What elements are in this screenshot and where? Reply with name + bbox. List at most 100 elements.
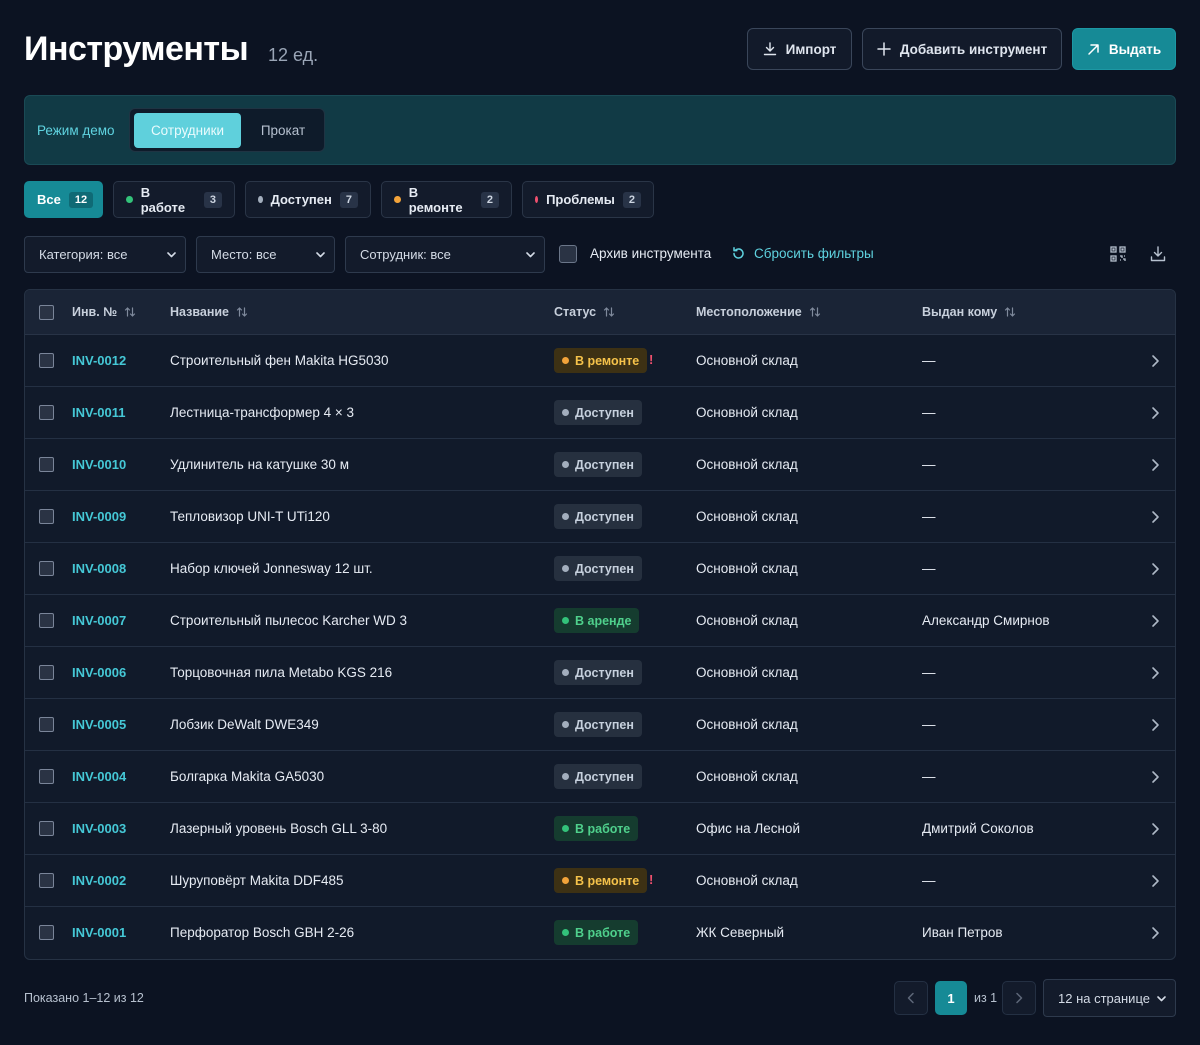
archive-label: Архив инструмента bbox=[590, 246, 712, 261]
column-header-inv[interactable]: Инв. № bbox=[72, 305, 136, 319]
table-row[interactable]: INV-0002 Шуруповёрт Makita DDF485 В ремо… bbox=[25, 855, 1175, 907]
sort-icon bbox=[236, 306, 248, 318]
chevron-right-icon[interactable] bbox=[1149, 562, 1161, 576]
export-download-icon[interactable] bbox=[1148, 244, 1168, 264]
table-row[interactable]: INV-0010 Удлинитель на катушке 30 м Дост… bbox=[25, 439, 1175, 491]
table-row[interactable]: INV-0008 Набор ключей Jonnesway 12 шт. Д… bbox=[25, 543, 1175, 595]
segment-employees[interactable]: Сотрудники bbox=[134, 113, 241, 148]
table-row[interactable]: INV-0005 Лобзик DeWalt DWE349 Доступен О… bbox=[25, 699, 1175, 751]
status-badge: Доступен bbox=[554, 712, 642, 737]
chip-count: 12 bbox=[68, 191, 94, 208]
row-checkbox[interactable] bbox=[39, 665, 54, 680]
column-header-location[interactable]: Местоположение bbox=[696, 305, 821, 319]
column-label: Выдан кому bbox=[922, 305, 998, 319]
chip-label: В ремонте bbox=[408, 184, 463, 215]
add-tool-button[interactable]: Добавить инструмент bbox=[862, 28, 1062, 70]
table-row[interactable]: INV-0012 Строительный фен Makita HG5030 … bbox=[25, 335, 1175, 387]
row-checkbox[interactable] bbox=[39, 561, 54, 576]
tool-count: 12 ед. bbox=[268, 45, 319, 65]
inventory-number[interactable]: INV-0010 bbox=[72, 457, 126, 472]
status-label: Доступен bbox=[575, 665, 634, 680]
current-page-button[interactable]: 1 bbox=[935, 981, 967, 1015]
chevron-right-icon[interactable] bbox=[1149, 406, 1161, 420]
segment-rental[interactable]: Прокат bbox=[246, 113, 320, 148]
select-all-checkbox[interactable] bbox=[39, 305, 54, 320]
import-button[interactable]: Импорт bbox=[747, 28, 852, 70]
column-header-assignee[interactable]: Выдан кому bbox=[922, 305, 1016, 319]
filter-chip-available[interactable]: Доступен 7 bbox=[245, 181, 371, 218]
table-row[interactable]: INV-0001 Перфоратор Bosch GBH 2-26 В раб… bbox=[25, 907, 1175, 959]
archive-checkbox[interactable] bbox=[559, 245, 577, 263]
per-page-select[interactable]: 12 на странице bbox=[1043, 979, 1176, 1017]
location: Основной склад bbox=[696, 769, 798, 784]
row-checkbox[interactable] bbox=[39, 405, 54, 420]
chevron-right-icon[interactable] bbox=[1149, 666, 1161, 680]
issue-label: Выдать bbox=[1108, 41, 1162, 57]
row-checkbox[interactable] bbox=[39, 509, 54, 524]
tool-name: Тепловизор UNI-T UTi120 bbox=[170, 509, 330, 524]
table-row[interactable]: INV-0007 Строительный пылесос Karcher WD… bbox=[25, 595, 1175, 647]
filter-chip-in-work[interactable]: В работе 3 bbox=[113, 181, 235, 218]
inventory-number[interactable]: INV-0008 bbox=[72, 561, 126, 576]
row-checkbox[interactable] bbox=[39, 769, 54, 784]
chevron-down-icon bbox=[525, 249, 536, 260]
chevron-right-icon[interactable] bbox=[1149, 718, 1161, 732]
inventory-number[interactable]: INV-0009 bbox=[72, 509, 126, 524]
employee-select[interactable]: Сотрудник: все bbox=[345, 236, 545, 273]
inventory-number[interactable]: INV-0005 bbox=[72, 717, 126, 732]
chip-label: Проблемы bbox=[546, 192, 615, 207]
assignee: Иван Петров bbox=[922, 925, 1003, 940]
status-label: В ремонте bbox=[575, 353, 640, 368]
row-checkbox[interactable] bbox=[39, 821, 54, 836]
tool-name: Лестница-трансформер 4 × 3 bbox=[170, 405, 355, 420]
next-page-button[interactable] bbox=[1002, 981, 1036, 1015]
inventory-number[interactable]: INV-0002 bbox=[72, 873, 126, 888]
filter-chip-problems[interactable]: Проблемы 2 bbox=[522, 181, 654, 218]
inventory-number[interactable]: INV-0004 bbox=[72, 769, 126, 784]
column-header-name[interactable]: Название bbox=[170, 305, 248, 319]
row-checkbox[interactable] bbox=[39, 873, 54, 888]
location: ЖК Северный bbox=[696, 925, 785, 940]
status-label: В аренде bbox=[575, 613, 632, 628]
place-select[interactable]: Место: все bbox=[196, 236, 335, 273]
chevron-right-icon[interactable] bbox=[1149, 510, 1161, 524]
row-checkbox[interactable] bbox=[39, 353, 54, 368]
download-icon bbox=[763, 42, 777, 56]
chevron-right-icon[interactable] bbox=[1149, 926, 1161, 940]
table-row[interactable]: INV-0011 Лестница-трансформер 4 × 3 Дост… bbox=[25, 387, 1175, 439]
chevron-right-icon[interactable] bbox=[1149, 770, 1161, 784]
chevron-right-icon[interactable] bbox=[1149, 354, 1161, 368]
category-select[interactable]: Категория: все bbox=[24, 236, 186, 273]
row-checkbox[interactable] bbox=[39, 717, 54, 732]
table-row[interactable]: INV-0009 Тепловизор UNI-T UTi120 Доступе… bbox=[25, 491, 1175, 543]
inventory-number[interactable]: INV-0011 bbox=[72, 405, 126, 420]
status-dot-icon bbox=[562, 357, 569, 364]
chevron-right-icon[interactable] bbox=[1149, 874, 1161, 888]
inventory-number[interactable]: INV-0007 bbox=[72, 613, 126, 628]
chevron-right-icon[interactable] bbox=[1149, 822, 1161, 836]
row-checkbox[interactable] bbox=[39, 613, 54, 628]
qr-code-icon[interactable] bbox=[1108, 244, 1128, 264]
inventory-number[interactable]: INV-0003 bbox=[72, 821, 126, 836]
table-row[interactable]: INV-0003 Лазерный уровень Bosch GLL 3-80… bbox=[25, 803, 1175, 855]
inventory-number[interactable]: INV-0006 bbox=[72, 665, 126, 680]
place-select-value: Место: все bbox=[211, 247, 277, 262]
row-checkbox[interactable] bbox=[39, 457, 54, 472]
column-label: Статус bbox=[554, 305, 597, 319]
chevron-right-icon[interactable] bbox=[1149, 458, 1161, 472]
gray-dot-icon bbox=[258, 196, 263, 203]
issue-button[interactable]: Выдать bbox=[1072, 28, 1176, 70]
prev-page-button[interactable] bbox=[894, 981, 928, 1015]
status-badge: Доступен bbox=[554, 660, 642, 685]
table-row[interactable]: INV-0004 Болгарка Makita GA5030 Доступен… bbox=[25, 751, 1175, 803]
filter-chip-all[interactable]: Все 12 bbox=[24, 181, 103, 218]
reset-filters-button[interactable]: Сбросить фильтры bbox=[731, 246, 874, 261]
filter-chip-repair[interactable]: В ремонте 2 bbox=[381, 181, 512, 218]
table-row[interactable]: INV-0006 Торцовочная пила Metabo KGS 216… bbox=[25, 647, 1175, 699]
inventory-number[interactable]: INV-0001 bbox=[72, 925, 126, 940]
chevron-right-icon[interactable] bbox=[1149, 614, 1161, 628]
column-header-status[interactable]: Статус bbox=[554, 305, 615, 319]
row-checkbox[interactable] bbox=[39, 925, 54, 940]
inventory-number[interactable]: INV-0012 bbox=[72, 353, 126, 368]
tool-name: Набор ключей Jonnesway 12 шт. bbox=[170, 561, 373, 576]
